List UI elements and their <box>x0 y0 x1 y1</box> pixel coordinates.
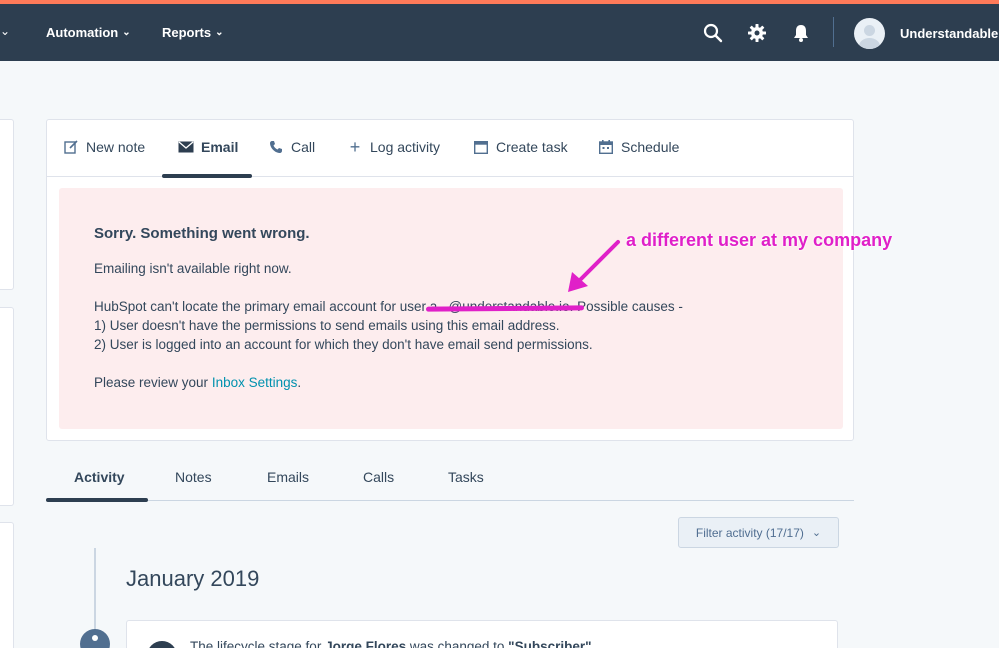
error-cause-2: 2) User is logged into an account for wh… <box>94 337 593 352</box>
error-text: HubSpot can't locate the primary email a… <box>94 299 430 314</box>
event-text: The lifecycle stage for <box>190 639 326 648</box>
bell-icon[interactable] <box>791 23 811 43</box>
error-text: . <box>297 375 302 390</box>
active-tab-indicator <box>46 498 148 502</box>
annotation-label: a different user at my company <box>626 230 893 250</box>
error-text: Please review your <box>94 375 212 390</box>
chevron-down-icon: ⌄ <box>122 27 131 38</box>
tab-label: Schedule <box>621 139 680 155</box>
tab-schedule[interactable]: Schedule <box>598 139 679 155</box>
tab-log-activity[interactable]: + Log activity <box>347 136 441 157</box>
lifecycle-icon <box>147 641 177 648</box>
nav-item-reports[interactable]: Reports ⌄ <box>162 25 224 40</box>
error-text: . Possible causes - <box>569 299 683 314</box>
person-icon <box>92 635 98 641</box>
error-review: Please review your Inbox Settings. <box>94 375 301 390</box>
activity-tabs: Activity Notes Emails Calls Tasks <box>46 458 854 502</box>
contact-name[interactable]: Jorge Flores <box>325 639 406 648</box>
tab-notes[interactable]: Notes <box>175 469 212 485</box>
chevron-down-icon: ⌄ <box>811 527 822 539</box>
event-description: The lifecycle stage for Jorge Flores was… <box>190 639 592 648</box>
envelope-icon <box>178 139 194 155</box>
event-text: was changed to <box>406 639 509 648</box>
filter-activity-dropdown[interactable]: Filter activity (17/17) ⌄ <box>678 517 839 548</box>
search-icon[interactable] <box>703 23 723 43</box>
lifecycle-stage: "Subscriber" <box>508 639 592 648</box>
active-tab-indicator <box>162 174 252 178</box>
calendar-icon <box>598 139 614 155</box>
tab-tasks[interactable]: Tasks <box>448 469 484 485</box>
tab-activity[interactable]: Activity <box>74 469 125 485</box>
top-navigation: ⌄ Automation ⌄ Reports ⌄ Understandable. <box>0 4 999 61</box>
tab-label: Call <box>291 139 316 155</box>
tab-label: Email <box>201 139 239 155</box>
tab-new-note[interactable]: New note <box>63 139 145 155</box>
timeline-month-heading: January 2019 <box>126 566 260 591</box>
chevron-down-icon: ⌄ <box>215 27 224 38</box>
tab-create-task[interactable]: Create task <box>473 139 568 155</box>
nav-divider <box>833 17 834 47</box>
composer-tabs: New note Email Call + Log activity Creat… <box>47 120 853 178</box>
error-title: Sorry. Something went wrong. <box>94 225 310 242</box>
activity-composer: New note Email Call + Log activity Creat… <box>46 119 854 441</box>
left-panel-card <box>0 522 14 648</box>
timeline-event-icon <box>80 629 110 648</box>
timeline-event-card[interactable]: The lifecycle stage for Jorge Flores was… <box>126 620 838 648</box>
tab-label: New note <box>86 139 146 155</box>
edit-icon <box>63 139 79 155</box>
nav-item-label: Automation <box>46 25 119 40</box>
tab-emails[interactable]: Emails <box>267 469 309 485</box>
tab-calls[interactable]: Calls <box>363 469 394 485</box>
nav-item-label: Reports <box>162 25 212 40</box>
task-icon <box>473 139 489 155</box>
avatar[interactable] <box>854 18 885 49</box>
error-cause-1: 1) User doesn't have the permissions to … <box>94 318 560 333</box>
redacted-email: a...@understandable.io <box>425 299 584 314</box>
chevron-down-icon[interactable]: ⌄ <box>0 24 10 38</box>
tab-email[interactable]: Email <box>178 139 238 155</box>
tab-call[interactable]: Call <box>268 139 315 155</box>
error-detail: HubSpot can't locate the primary email a… <box>94 299 683 314</box>
inbox-settings-link[interactable]: Inbox Settings <box>212 375 298 390</box>
left-panel-card <box>0 307 14 506</box>
nav-item-automation[interactable]: Automation ⌄ <box>46 25 131 40</box>
phone-icon <box>268 139 284 155</box>
error-alert: Sorry. Something went wrong. Emailing is… <box>59 188 843 429</box>
gear-icon[interactable] <box>747 23 767 43</box>
tab-label: Create task <box>496 139 568 155</box>
annotation-arrow-icon <box>568 240 620 292</box>
error-message: Emailing isn't available right now. <box>94 261 292 276</box>
filter-label: Filter activity (17/17) <box>695 525 804 540</box>
avatar-body-shape <box>859 38 880 49</box>
avatar-head-shape <box>864 25 875 36</box>
tab-label: Log activity <box>370 139 441 155</box>
left-panel-card <box>0 119 14 290</box>
account-name[interactable]: Understandable. <box>900 26 999 41</box>
plus-icon: + <box>349 136 361 157</box>
